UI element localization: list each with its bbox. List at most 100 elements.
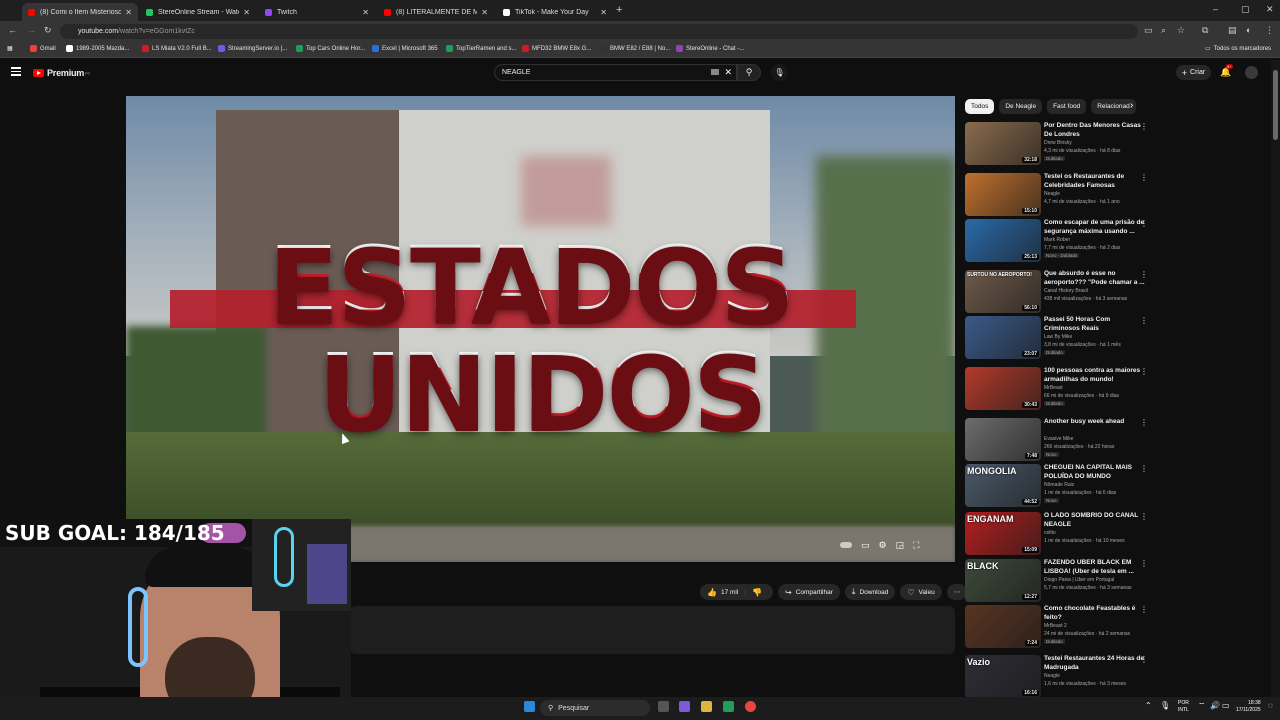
close-tab-icon[interactable]: ✕ (477, 8, 488, 17)
reload-icon[interactable]: ↻ (44, 25, 52, 36)
zoom-icon[interactable]: ⌕ (1161, 25, 1166, 36)
video-options-icon[interactable]: ⋮ (1140, 316, 1148, 325)
related-video-item[interactable]: 23:07 Passei 50 Horas Com Criminosos Reai… (965, 316, 1155, 360)
video-thumbnail[interactable]: 7:24 (965, 605, 1041, 648)
related-video-item[interactable]: 32:18 Por Dentro Das Menores Casas De Lon… (965, 122, 1155, 166)
video-options-icon[interactable]: ⋮ (1140, 559, 1148, 568)
video-title[interactable]: Passei 50 Horas Com Criminosos Reais (1044, 316, 1146, 333)
video-thumbnail[interactable]: SURTOU NO AEROPORTO! 56:10 (965, 270, 1041, 313)
bookmark-item[interactable]: StreamingServer.io |... (218, 45, 287, 52)
cast-icon[interactable]: ▭ (1144, 25, 1153, 36)
notification-center-icon[interactable]: ◌ (1268, 701, 1279, 712)
bookmark-item[interactable]: Top Cars Online Hor... (296, 45, 365, 52)
related-video-item[interactable]: ENGANAM 15:09 O LADO SOMBRIO DO CANAL NEAG… (965, 512, 1155, 556)
video-options-icon[interactable]: ⋮ (1140, 655, 1148, 664)
bookmark-star-icon[interactable]: ☆ (1177, 25, 1185, 36)
channel-name[interactable]: MrBeast (1044, 385, 1063, 391)
battery-icon[interactable]: ▭ (1222, 701, 1233, 712)
video-options-icon[interactable]: ⋮ (1140, 605, 1148, 614)
browser-tab[interactable]: (8) LITERALMENTE DE MALA E✕ (378, 3, 494, 21)
related-video-item[interactable]: 30:43 100 pessoas contra as maiores armad… (965, 367, 1155, 411)
profile-icon[interactable]: ◐ (1246, 25, 1251, 35)
video-options-icon[interactable]: ⋮ (1140, 173, 1148, 182)
close-window-icon[interactable]: ✕ (1266, 4, 1274, 15)
file-explorer-icon[interactable] (701, 701, 712, 712)
video-thumbnail[interactable]: BLACK 12:27 (965, 559, 1041, 602)
browser-tab[interactable]: TikTok - Make Your Day ✕ (497, 3, 613, 21)
autoplay-toggle[interactable] (840, 542, 852, 548)
video-options-icon[interactable]: ⋮ (1140, 219, 1148, 228)
related-video-item[interactable]: 7:48 Another busy week ahead Evasive Mike 2… (965, 418, 1155, 462)
tray-chevron-icon[interactable]: ⌃ (1145, 701, 1156, 712)
search-input[interactable]: NEAGLE ✕ (494, 64, 737, 81)
notifications-bell-icon[interactable]: 🔔 9+ (1220, 64, 1233, 78)
bookmark-item[interactable]: BMW E82 / E88 | No... (600, 45, 670, 52)
video-options-icon[interactable]: ⋮ (1140, 367, 1148, 376)
related-video-item[interactable]: 7:24 Como chocolate Feastables é feito? Mr… (965, 605, 1155, 649)
bookmark-item[interactable]: MFD32 BMW E8x G... (522, 45, 591, 52)
fullscreen-icon[interactable]: ⛶ (913, 540, 919, 551)
volume-icon[interactable]: 🔊 (1210, 701, 1221, 712)
browser-tab[interactable]: StereOnline Stream - Watch Li✕ (140, 3, 256, 21)
video-thumbnail[interactable]: ENGANAM 15:09 (965, 512, 1041, 555)
hamburger-menu-icon[interactable] (11, 67, 21, 76)
apps-grid-icon[interactable]: ▦ (7, 45, 13, 52)
taskbar-search[interactable]: ⚲ Pesquisar (540, 700, 650, 716)
video-title[interactable]: Testei os Restaurantes de Celebridades F… (1044, 173, 1146, 190)
share-button[interactable]: ↪ Compartilhar (777, 584, 840, 600)
channel-name[interactable]: Neagle (1044, 191, 1060, 197)
description-box[interactable] (350, 606, 955, 654)
close-tab-icon[interactable]: ✕ (596, 8, 607, 17)
bookmark-item[interactable]: StereOnline - Chat -... (676, 45, 744, 52)
forward-icon[interactable]: → (27, 25, 36, 35)
create-button[interactable]: + Criar (1176, 65, 1211, 80)
channel-name[interactable]: Canal History Brasil (1044, 288, 1088, 294)
search-button[interactable]: ⚲ (737, 64, 761, 81)
bookmark-item[interactable]: 1989-2005 Mazda... (66, 45, 129, 52)
video-options-icon[interactable]: ⋮ (1140, 418, 1148, 427)
video-thumbnail[interactable]: 23:07 (965, 316, 1041, 359)
filter-chip[interactable]: Todos (965, 99, 995, 114)
video-title[interactable]: Por Dentro Das Menores Casas De Londres (1044, 122, 1146, 139)
scrollbar-thumb[interactable] (1273, 70, 1278, 140)
channel-name[interactable]: Nômade Raiz (1044, 482, 1074, 488)
video-thumbnail[interactable]: 25:13 (965, 219, 1041, 262)
like-button[interactable]: 👍 17 mil | 👎 (700, 584, 773, 600)
new-tab-button[interactable]: + (616, 4, 622, 16)
chrome-icon[interactable] (745, 701, 756, 712)
download-button[interactable]: ⤓ Download (844, 584, 896, 600)
close-tab-icon[interactable]: ✕ (121, 8, 132, 17)
thanks-button[interactable]: ♡ Valeu (900, 584, 942, 600)
related-video-item[interactable]: MONGOLIA 44:52 CHEGUEI NA CAPITAL MAIS POL… (965, 464, 1155, 508)
video-title[interactable]: CHEGUEI NA CAPITAL MAIS POLUÍDA DO MUNDO (1044, 464, 1146, 481)
menu-kebab-icon[interactable]: ⋮ (1265, 25, 1274, 36)
system-clock[interactable]: 18:38 17/11/2025 (1236, 700, 1261, 714)
related-video-item[interactable]: Vazio 16:16 Testei Restaurantes 24 Horas d… (965, 655, 1155, 699)
page-scrollbar[interactable] (1271, 60, 1280, 697)
chips-next-icon[interactable]: › (1130, 100, 1133, 111)
video-options-icon[interactable]: ⋮ (1140, 122, 1148, 131)
bookmark-item[interactable]: LS Miata V2.0 Full B... (142, 45, 212, 52)
video-title[interactable]: Testei Restaurantes 24 Horas de Madrugad… (1044, 655, 1146, 672)
video-player[interactable]: ESTADOS UNIDOS (126, 96, 955, 562)
video-title[interactable]: Como chocolate Feastables é feito? (1044, 605, 1146, 622)
all-bookmarks-folder[interactable]: ▭ Todos os marcadores (1205, 45, 1271, 53)
task-view-icon[interactable] (658, 701, 669, 712)
settings-gear-icon[interactable]: ⚙ (879, 540, 887, 551)
bookmark-item[interactable]: Gmail (30, 45, 56, 52)
channel-name[interactable]: celito (1044, 530, 1056, 536)
related-video-item[interactable]: BLACK 12:27 FAZENDO UBER BLACK EM LISBOA! … (965, 559, 1155, 603)
video-title[interactable]: Como escapar de uma prisão de segurança … (1044, 219, 1146, 236)
video-title[interactable]: O LADO SOMBRIO DO CANAL NEAGLE (1044, 512, 1146, 529)
video-title[interactable]: Another busy week ahead (1044, 418, 1146, 427)
tab-search-icon[interactable]: ▤ (1228, 25, 1237, 36)
channel-name[interactable]: Mark Rober (1044, 237, 1070, 243)
filter-chip[interactable]: Fast food (1047, 99, 1087, 114)
miniplayer-icon[interactable]: ◲ (896, 540, 905, 551)
video-thumbnail[interactable]: 32:18 (965, 122, 1041, 165)
browser-tab[interactable]: Twitch ✕ (259, 3, 375, 21)
video-title[interactable]: FAZENDO UBER BLACK EM LISBOA! (Uber de t… (1044, 559, 1146, 576)
video-thumbnail[interactable]: 15:10 (965, 173, 1041, 216)
minimize-icon[interactable]: – (1213, 4, 1218, 14)
video-title[interactable]: 100 pessoas contra as maiores armadilhas… (1044, 367, 1146, 384)
